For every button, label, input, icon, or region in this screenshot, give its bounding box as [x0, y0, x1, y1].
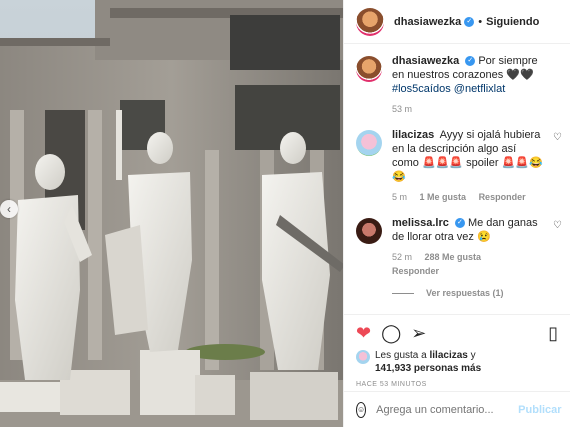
comment-input[interactable] [376, 403, 519, 416]
comment-time[interactable]: 52 m [392, 252, 412, 262]
header-text: dhasiawezka ✓ • Siguiendo [394, 16, 539, 28]
comment-like-heart-icon[interactable]: ♡ [553, 132, 562, 143]
caption-time[interactable]: 53 m [392, 104, 412, 114]
comment-melissa: melissa.lrc ✓ Me dan ganas de llorar otra… [344, 216, 570, 278]
comment-lilacizas: lilacizas Ayyy si ojalá hubiera en la de… [344, 128, 570, 204]
caption-body: dhasiawezka ✓ Por siempre en nuestros cor… [392, 54, 558, 116]
replies-divider [392, 292, 414, 294]
verified-badge-icon: ✓ [464, 16, 475, 27]
header-username[interactable]: dhasiawezka [394, 16, 461, 28]
likes-text: Les gusta a lilacizas y 141,933 personas… [375, 349, 481, 375]
avatar[interactable] [356, 218, 382, 244]
mention-link[interactable]: @netflixlat [454, 83, 506, 95]
verified-badge-icon: ✓ [454, 218, 465, 229]
add-comment-bar: ☺ Publicar [344, 391, 570, 427]
avatar[interactable] [356, 130, 382, 156]
comment-likes[interactable]: 288 Me gusta [425, 252, 482, 262]
comment-time[interactable]: 5 m [392, 192, 407, 202]
likes-first-user[interactable]: lilacizas [430, 350, 468, 361]
action-icons: ❤ ◯ ➢ ▯ [356, 321, 558, 345]
post-panel: dhasiawezka ✓ • Siguiendo dhasiawezka ✓ Por … [343, 0, 570, 427]
header-separator: • [478, 15, 483, 28]
caption-avatar[interactable] [356, 56, 382, 82]
emoji-icon[interactable]: ☺ [356, 401, 367, 418]
post-actions: ❤ ◯ ➢ ▯ Les gusta a lilacizas y 141,933 … [344, 314, 570, 388]
caption-meta: 53 m [392, 102, 546, 116]
comment-like-heart-icon[interactable]: ♡ [553, 220, 562, 231]
hashtag-link[interactable]: #los5caídos [392, 83, 451, 95]
reply-button[interactable]: Responder [479, 192, 526, 202]
likes-count[interactable]: 141,933 personas más [375, 363, 481, 374]
likes-prefix: Les gusta a [375, 350, 427, 361]
view-replies-button[interactable]: Ver respuestas (1) [392, 288, 570, 298]
post-timestamp[interactable]: HACE 53 MINUTOS [356, 381, 558, 388]
comment-meta: 52 m 288 Me gusta Responder [392, 250, 546, 278]
statues-photo [0, 0, 343, 427]
reply-button[interactable]: Responder [392, 266, 439, 276]
comment-likes[interactable]: 1 Me gusta [420, 192, 467, 202]
likes-summary: Les gusta a lilacizas y 141,933 personas… [356, 349, 558, 375]
comments-list: dhasiawezka ✓ Por siempre en nuestros cor… [344, 54, 570, 298]
comment-body: lilacizas Ayyy si ojalá hubiera en la de… [392, 128, 558, 204]
post-header: dhasiawezka ✓ • Siguiendo [344, 0, 570, 44]
comment-username[interactable]: lilacizas [392, 129, 434, 141]
liker-avatar[interactable] [356, 350, 370, 364]
following-button[interactable]: Siguiendo [486, 16, 539, 28]
bookmark-icon[interactable]: ▯ [548, 324, 558, 342]
comment-username[interactable]: melissa.lrc [392, 217, 449, 229]
avatar[interactable] [356, 7, 384, 36]
carousel-prev-icon[interactable]: ‹ [0, 200, 18, 218]
share-send-icon[interactable]: ➢ [411, 324, 426, 342]
publish-button[interactable]: Publicar [518, 404, 561, 416]
caption: dhasiawezka ✓ Por siempre en nuestros cor… [344, 54, 570, 116]
post-photo[interactable]: ‹ [0, 0, 343, 427]
comment-bubble-icon[interactable]: ◯ [381, 324, 401, 342]
verified-badge-icon: ✓ [465, 56, 476, 67]
view-replies-label: Ver respuestas (1) [426, 288, 504, 298]
like-heart-icon[interactable]: ❤ [356, 324, 371, 342]
comment-meta: 5 m 1 Me gusta Responder [392, 190, 546, 204]
instagram-post: ‹ dhasiawezka ✓ • Siguiendo dhasiawezka ✓ Po… [0, 0, 570, 427]
likes-conj: y [470, 350, 476, 361]
comment-body: melissa.lrc ✓ Me dan ganas de llorar otra… [392, 216, 558, 278]
caption-username[interactable]: dhasiawezka [392, 55, 459, 67]
